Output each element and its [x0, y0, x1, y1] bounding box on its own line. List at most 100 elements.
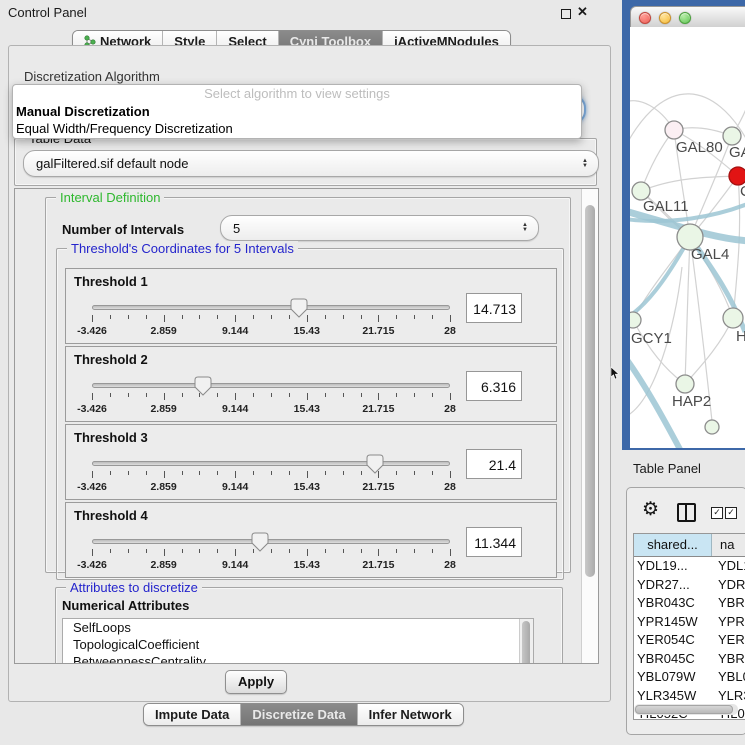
table-horizontal-scrollbar[interactable] [634, 704, 738, 715]
table-data-group: Table Data galFiltered.sif default node … [14, 138, 597, 186]
list-scrollbar[interactable] [519, 619, 533, 664]
table-row[interactable]: YDL19... YDL1 [634, 557, 745, 576]
node-label: GCY1 [631, 330, 672, 347]
algorithm-dropdown-popup: Select algorithm to view settings Manual… [12, 84, 582, 139]
node-label: GAL11 [643, 198, 689, 215]
content-scrollbar-thumb[interactable] [585, 205, 595, 577]
app-root: Control Panel ✕ Network Style Select Cyn… [0, 0, 745, 745]
algorithm-placeholder: Select algorithm to view settings [13, 85, 581, 103]
slider-track[interactable] [92, 461, 450, 466]
settings-scroll-area: Interval Definition Number of Intervals … [14, 188, 599, 664]
node-label: GAL4 [691, 246, 729, 263]
gear-icon[interactable]: ⚙ [642, 498, 659, 521]
close-icon[interactable]: ✕ [577, 4, 588, 20]
list-item[interactable]: TopologicalCoefficient [63, 636, 533, 653]
threshold-1-panel: Threshold 1 -3.4262.8599.14415.4321.7152… [65, 268, 557, 344]
interval-definition-group: Interval Definition Number of Intervals … [45, 197, 571, 573]
node-label: H [736, 328, 745, 345]
close-traffic-light-icon[interactable] [639, 12, 651, 24]
threshold-1-value-field[interactable]: 14.713 [466, 293, 522, 323]
threshold-2-slider[interactable]: -3.4262.8599.14415.4321.71528 [92, 375, 450, 419]
threshold-3-value-field[interactable]: 21.4 [466, 449, 522, 479]
node-gcy1[interactable] [630, 312, 641, 328]
node-table: shared... na YDL19... YDL1 YDR27... YDR2… [633, 533, 745, 720]
threshold-2-panel: Threshold 2 -3.4262.8599.14415.4321.7152… [65, 346, 557, 422]
minimize-traffic-light-icon[interactable] [659, 12, 671, 24]
slider-tick-labels: -3.4262.8599.14415.4321.71528 [92, 325, 450, 337]
network-canvas[interactable]: GAL80 GA C GAL11 GAL4 GCY1 H HAP2 [630, 27, 745, 448]
table-row[interactable]: YBR043C YBR0 [634, 594, 745, 613]
numerical-attributes-list: SelfLoops TopologicalCoefficient Between… [62, 618, 534, 664]
slider-track[interactable] [92, 305, 450, 310]
checkbox-icon[interactable]: ✓ [725, 507, 737, 519]
combo-stepper-icon: ▲▼ [522, 223, 528, 233]
thresholds-group-title: Threshold's Coordinates for 5 Intervals [67, 241, 298, 256]
node-h-partial[interactable] [723, 308, 743, 328]
threshold-2-value-field[interactable]: 6.316 [466, 371, 522, 401]
node-gal-partial[interactable] [723, 127, 741, 145]
table-row[interactable]: YBL079W YBL0 [634, 668, 745, 687]
node-label: C [740, 183, 745, 200]
table-panel-title: Table Panel [633, 461, 701, 476]
slider-ticks [92, 315, 450, 323]
threshold-3-panel: Threshold 3 -3.4262.8599.14415.4321.7152… [65, 424, 557, 500]
attributes-group-title: Attributes to discretize [66, 580, 202, 595]
zoom-traffic-light-icon[interactable] [679, 12, 691, 24]
number-of-intervals-combobox[interactable]: 5 ▲▼ [220, 215, 539, 241]
float-window-icon[interactable] [561, 9, 571, 19]
node-label: HAP2 [672, 393, 711, 410]
slider-tick-labels: -3.4262.8599.14415.4321.71528 [92, 481, 450, 493]
table-horizontal-scrollbar-thumb[interactable] [635, 705, 733, 714]
content-scrollbar[interactable] [581, 189, 599, 663]
thresholds-group: Threshold's Coordinates for 5 Intervals … [56, 248, 564, 580]
threshold-1-slider[interactable]: -3.4262.8599.14415.4321.71528 [92, 297, 450, 341]
apply-button[interactable]: Apply [225, 670, 287, 694]
list-item[interactable]: BetweennessCentrality [63, 653, 533, 664]
slider-tick-labels: -3.4262.8599.14415.4321.71528 [92, 403, 450, 415]
column-header-name[interactable]: na [712, 534, 745, 556]
list-item[interactable]: SelfLoops [63, 619, 533, 636]
checkbox-icon[interactable]: ✓ [711, 507, 723, 519]
node-gal80[interactable] [665, 121, 683, 139]
cyni-mode-tabs: Impute Data Discretize Data Infer Networ… [143, 703, 464, 726]
tab-discretize-data[interactable]: Discretize Data [240, 704, 356, 725]
network-window-titlebar[interactable] [630, 6, 745, 28]
threshold-3-slider[interactable]: -3.4262.8599.14415.4321.71528 [92, 453, 450, 497]
algorithm-option-manual[interactable]: Manual Discretization [13, 103, 581, 120]
discretization-algorithm-group-title: Discretization Algorithm [24, 69, 160, 84]
tab-infer-network[interactable]: Infer Network [357, 704, 463, 725]
threshold-4-value-field[interactable]: 11.344 [466, 527, 522, 557]
table-row[interactable]: YER054C YER0 [634, 631, 745, 650]
interval-definition-title: Interval Definition [56, 190, 164, 205]
table-row[interactable]: YDR27... YDR2 [634, 576, 745, 595]
table-data-combobox[interactable]: galFiltered.sif default node ▲▼ [23, 150, 599, 177]
slider-tick-labels: -3.4262.8599.14415.4321.71528 [92, 559, 450, 571]
column-header-shared-name[interactable]: shared... [634, 534, 712, 556]
table-header-row: shared... na [634, 534, 745, 557]
slider-track[interactable] [92, 539, 450, 544]
numerical-attributes-label: Numerical Attributes [62, 598, 189, 613]
list-scrollbar-thumb[interactable] [522, 621, 530, 664]
table-row[interactable]: YLR345W YLR3 [634, 687, 745, 706]
node-hap2[interactable] [676, 375, 694, 393]
node-label: GA [729, 144, 745, 161]
slider-ticks [92, 393, 450, 401]
combo-stepper-icon: ▲▼ [582, 159, 588, 169]
table-panel: ⚙ ✓ ✓ shared... na YDL19... YDL1 YDR27..… [626, 487, 745, 735]
threshold-4-slider[interactable]: -3.4262.8599.14415.4321.71528 [92, 531, 450, 575]
threshold-4-panel: Threshold 4 -3.4262.8599.14415.4321.7152… [65, 502, 557, 578]
columns-icon[interactable] [677, 503, 696, 522]
node-bottom-partial[interactable] [705, 420, 719, 434]
table-row[interactable]: YBR045C YBR0 [634, 650, 745, 669]
mouse-cursor [610, 366, 620, 380]
node-label: GAL80 [676, 139, 723, 156]
slider-track[interactable] [92, 383, 450, 388]
panel-title: Control Panel [8, 5, 87, 20]
slider-ticks [92, 471, 450, 479]
algorithm-option-equal-width[interactable]: Equal Width/Frequency Discretization [13, 120, 581, 137]
number-of-intervals-label: Number of Intervals [62, 222, 184, 237]
table-row[interactable]: YPR145W YPR1 [634, 613, 745, 632]
tab-impute-data[interactable]: Impute Data [144, 704, 240, 725]
attributes-group: Attributes to discretize Numerical Attri… [55, 587, 563, 664]
slider-ticks [92, 549, 450, 557]
